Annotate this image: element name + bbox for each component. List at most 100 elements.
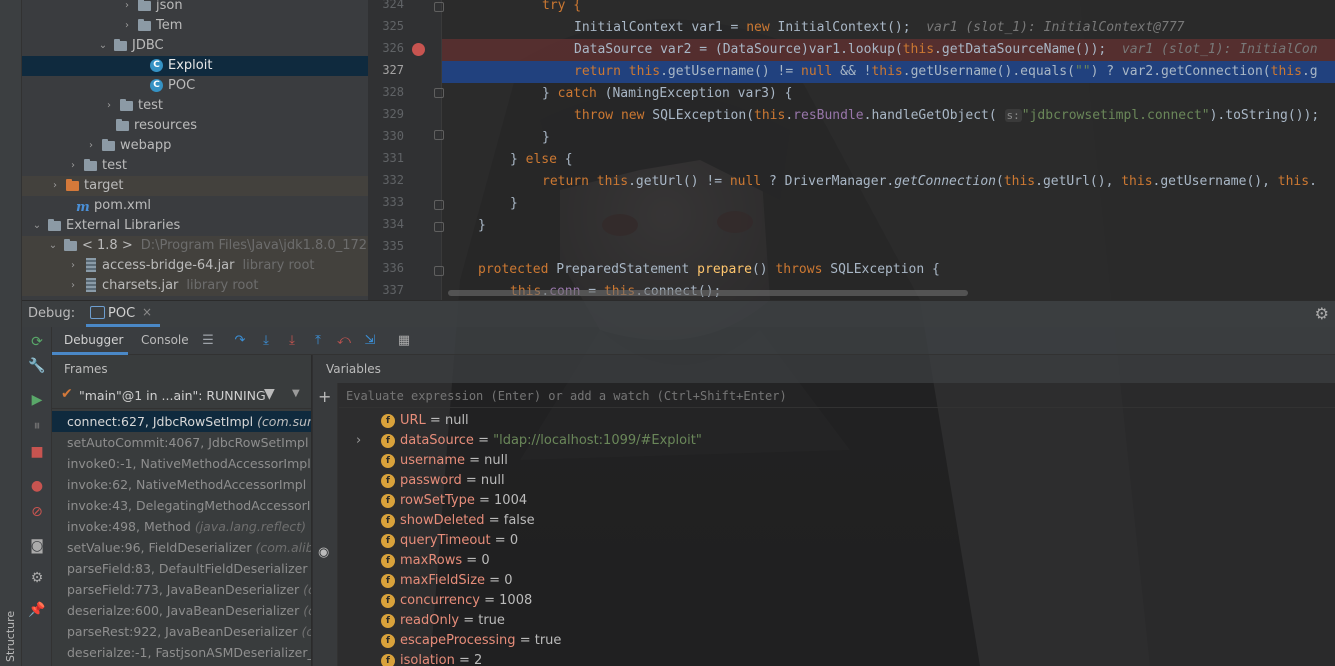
variable-row[interactable]: f escapeProcessing = true bbox=[363, 631, 561, 651]
chevron-right-icon[interactable]: › bbox=[68, 256, 78, 276]
mute-breakpoints-icon[interactable]: ⊘ bbox=[26, 501, 48, 523]
tree-item[interactable]: C POC bbox=[22, 76, 368, 96]
step-over-icon[interactable]: ↷ bbox=[232, 333, 248, 349]
variable-row[interactable]: f queryTimeout = 0 bbox=[363, 531, 518, 551]
stack-frame[interactable]: deserialze:600, JavaBeanDeserializer (co… bbox=[52, 600, 311, 621]
rerun-icon[interactable]: ⟳ bbox=[26, 331, 48, 353]
add-watch-icon[interactable]: + bbox=[318, 387, 331, 406]
thread-selector[interactable]: ✔ "main"@1 in ...ain": RUNNING ▼ ▼ bbox=[52, 383, 311, 409]
variable-row[interactable]: f isolation = 2 bbox=[363, 651, 482, 666]
run-to-cursor-icon[interactable]: ⇲ bbox=[362, 333, 378, 349]
expand-chevron-icon[interactable]: › bbox=[356, 431, 361, 451]
tree-item[interactable]: › target bbox=[22, 176, 368, 196]
line-number[interactable]: 330 bbox=[368, 129, 404, 143]
drop-frame-icon[interactable]: ⤺ bbox=[336, 333, 352, 349]
line-number[interactable]: 324 bbox=[368, 0, 404, 11]
tree-item[interactable]: ⌄ JDBC bbox=[22, 36, 368, 56]
variable-row[interactable]: f username = null bbox=[363, 451, 508, 471]
stack-frame[interactable]: connect:627, JdbcRowSetImpl (com.sun.ro bbox=[52, 411, 311, 432]
stack-frame[interactable]: invoke:498, Method (java.lang.reflect) bbox=[52, 516, 311, 537]
code-line-335[interactable] bbox=[442, 237, 1335, 259]
tree-item[interactable]: m pom.xml bbox=[22, 196, 368, 216]
tab-console[interactable]: Console bbox=[130, 327, 200, 355]
close-tab-icon[interactable]: × bbox=[142, 305, 152, 319]
code-line-336[interactable]: protected PreparedStatement prepare() th… bbox=[442, 259, 1335, 281]
chevron-down-icon[interactable]: ▼ bbox=[292, 388, 300, 399]
stack-frame[interactable]: parseField:83, DefaultFieldDeserializer … bbox=[52, 558, 311, 579]
tree-item[interactable]: C Exploit bbox=[22, 56, 368, 76]
tree-item[interactable]: › access-bridge-64.jar library root bbox=[22, 256, 368, 276]
variable-row[interactable]: f readOnly = true bbox=[363, 611, 505, 631]
variable-row[interactable]: f showDeleted = false bbox=[363, 511, 535, 531]
tree-item[interactable]: › json bbox=[22, 0, 368, 16]
line-number[interactable]: 328 bbox=[368, 85, 404, 99]
line-number[interactable]: 331 bbox=[368, 151, 404, 165]
tree-item[interactable]: › webapp bbox=[22, 136, 368, 156]
stack-frame[interactable]: setValue:96, FieldDeserializer (com.alib… bbox=[52, 537, 311, 558]
code-line-324[interactable]: try { bbox=[442, 0, 1335, 17]
variable-row[interactable]: f rowSetType = 1004 bbox=[363, 491, 527, 511]
variable-row[interactable]: f URL = null bbox=[363, 411, 469, 431]
chevron-right-icon[interactable]: › bbox=[50, 176, 60, 196]
chevron-down-icon[interactable]: ⌄ bbox=[98, 36, 108, 56]
chevron-down-icon[interactable]: ⌄ bbox=[32, 216, 42, 236]
pause-icon[interactable]: ⏸ bbox=[26, 415, 48, 437]
line-number[interactable]: 333 bbox=[368, 195, 404, 209]
line-number[interactable]: 329 bbox=[368, 107, 404, 121]
editor-horizontal-scrollbar[interactable] bbox=[448, 290, 968, 296]
code-line-326[interactable]: DataSource var2 = (DataSource)var1.looku… bbox=[442, 39, 1335, 61]
variable-row[interactable]: f concurrency = 1008 bbox=[363, 591, 532, 611]
chevron-down-icon[interactable]: ⌄ bbox=[48, 236, 58, 256]
stack-frame[interactable]: invoke0:-1, NativeMethodAccessorImpl (s bbox=[52, 453, 311, 474]
variable-row[interactable]: f password = null bbox=[363, 471, 505, 491]
view-breakpoints-icon[interactable]: ● bbox=[26, 475, 48, 497]
line-number[interactable]: 336 bbox=[368, 261, 404, 275]
code-line-325[interactable]: InitialContext var1 = new InitialContext… bbox=[442, 17, 1335, 39]
step-into-icon[interactable]: ⤓ bbox=[258, 333, 274, 349]
line-number[interactable]: 325 bbox=[368, 19, 404, 33]
stack-frame[interactable]: setAutoCommit:4067, JdbcRowSetImpl (cc bbox=[52, 432, 311, 453]
tree-item[interactable]: ⌄ External Libraries bbox=[22, 216, 368, 236]
stack-frame[interactable]: deserialze:-1, FastjsonASMDeserializer_1… bbox=[52, 642, 311, 663]
evaluate-expression-input[interactable] bbox=[339, 384, 1335, 408]
line-number[interactable]: 326 bbox=[368, 41, 404, 55]
variable-row[interactable]: › f dataSource = "ldap://localhost:1099/#E… bbox=[356, 431, 702, 451]
stack-frame[interactable]: parseField:773, JavaBeanDeserializer (co bbox=[52, 579, 311, 600]
variable-row[interactable]: f maxRows = 0 bbox=[363, 551, 490, 571]
wrench-icon[interactable]: 🔧 bbox=[26, 355, 48, 377]
line-number[interactable]: 335 bbox=[368, 239, 404, 253]
pin-icon[interactable]: 📌 bbox=[26, 599, 48, 621]
code-line-327-execution-point[interactable]: return this.getUsername() != null && !th… bbox=[442, 61, 1335, 83]
variable-row[interactable]: f maxFieldSize = 0 bbox=[363, 571, 512, 591]
code-line-329[interactable]: throw new SQLException(this.resBundle.ha… bbox=[442, 105, 1335, 127]
stack-frame[interactable]: invoke:62, NativeMethodAccessorImpl (su bbox=[52, 474, 311, 495]
code-line-328[interactable]: } catch (NamingException var3) { bbox=[442, 83, 1335, 105]
debug-session-tab[interactable]: POC × bbox=[86, 301, 160, 327]
tab-debugger[interactable]: Debugger bbox=[52, 327, 128, 355]
stop-icon[interactable]: ■ bbox=[26, 441, 48, 463]
settings-icon[interactable]: ⚙ bbox=[26, 567, 48, 589]
line-number[interactable]: 327 bbox=[368, 63, 404, 77]
force-step-into-icon[interactable]: ⤓ bbox=[284, 333, 300, 349]
settings-gear-icon[interactable]: ⚙ bbox=[1315, 304, 1329, 323]
chevron-right-icon[interactable]: › bbox=[122, 0, 132, 16]
filter-icon[interactable]: ▼ bbox=[264, 386, 275, 402]
tree-item[interactable]: ⌄ < 1.8 > D:\Program Files\Java\jdk1.8.0_1… bbox=[22, 236, 368, 256]
line-number[interactable]: 334 bbox=[368, 217, 404, 231]
tree-item[interactable]: › test bbox=[22, 156, 368, 176]
chevron-right-icon[interactable]: › bbox=[68, 276, 78, 296]
structure-tab[interactable]: Structure bbox=[2, 600, 20, 666]
code-line-330[interactable]: } bbox=[442, 127, 1335, 149]
eye-icon[interactable]: ◉ bbox=[318, 545, 329, 560]
show-execution-point-icon[interactable]: ☰ bbox=[200, 333, 216, 349]
tree-item[interactable]: › charsets.jar library root bbox=[22, 276, 368, 296]
stack-frame[interactable]: parseRest:922, JavaBeanDeserializer (com bbox=[52, 621, 311, 642]
code-line-332[interactable]: return this.getUrl() != null ? DriverMan… bbox=[442, 171, 1335, 193]
step-out-icon[interactable]: ⤒ bbox=[310, 333, 326, 349]
chevron-right-icon[interactable]: › bbox=[86, 136, 96, 156]
code-line-333[interactable]: } bbox=[442, 193, 1335, 215]
tree-item[interactable]: › test bbox=[22, 96, 368, 116]
code-line-331[interactable]: } else { bbox=[442, 149, 1335, 171]
chevron-right-icon[interactable]: › bbox=[104, 96, 114, 116]
line-number[interactable]: 337 bbox=[368, 283, 404, 297]
